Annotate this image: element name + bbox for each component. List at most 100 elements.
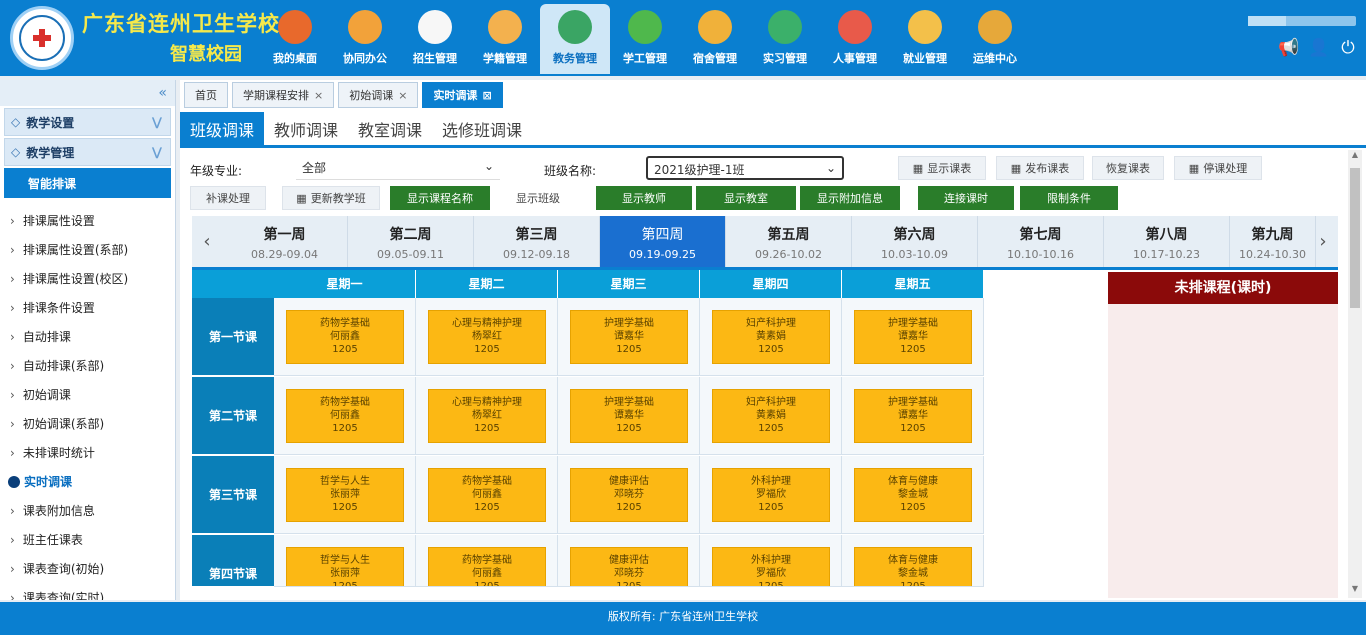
module-office-monitor[interactable]: 协同办公 bbox=[330, 4, 400, 74]
course-block[interactable]: 体育与健康 黎金城 1205 bbox=[854, 468, 972, 522]
course-block[interactable]: 护理学基础 谭嘉华 1205 bbox=[854, 310, 972, 364]
course-block[interactable]: 健康评估 邓晓芬 1205 bbox=[570, 547, 688, 586]
sidebar-item[interactable]: › 排课属性设置(系部) bbox=[0, 235, 175, 264]
show-teacher-button[interactable]: 显示教师 bbox=[596, 186, 692, 210]
sidebar-item[interactable]: › 初始调课(系部) bbox=[0, 409, 175, 438]
course-block[interactable]: 护理学基础 谭嘉华 1205 bbox=[854, 389, 972, 443]
timetable-cell[interactable]: 药物学基础 何丽鑫 1205 bbox=[274, 377, 416, 455]
course-block[interactable]: 心理与精神护理 杨翠红 1205 bbox=[428, 389, 546, 443]
makeup-class-button[interactable]: 补课处理 bbox=[190, 186, 266, 210]
show-room-button[interactable]: 显示教室 bbox=[696, 186, 796, 210]
timetable-cell[interactable]: 妇产科护理 黄素娟 1205 bbox=[700, 298, 842, 376]
update-class-button[interactable]: ▦ 更新教学班 bbox=[282, 186, 380, 210]
sidebar-item[interactable]: › 排课属性设置(校区) bbox=[0, 264, 175, 293]
timetable-cell[interactable]: 健康评估 邓晓芬 1205 bbox=[558, 535, 700, 587]
page-tab[interactable]: 学期课程安排 × bbox=[232, 82, 335, 108]
sidebar-item[interactable]: › 自动排课 bbox=[0, 322, 175, 351]
sidebar-group-teaching-management[interactable]: ◇ 教学管理 ⋁ bbox=[4, 138, 171, 166]
scrollbar-thumb[interactable] bbox=[1350, 168, 1360, 308]
module-academic-affairs[interactable]: 教务管理 bbox=[540, 4, 610, 74]
course-block[interactable]: 妇产科护理 黄素娟 1205 bbox=[712, 389, 830, 443]
timetable-cell[interactable]: 药物学基础 何丽鑫 1205 bbox=[274, 298, 416, 376]
sidebar-item[interactable]: › 排课条件设置 bbox=[0, 293, 175, 322]
module-student-records[interactable]: 学籍管理 bbox=[470, 4, 540, 74]
sidebar-item[interactable]: › 课表查询(初始) bbox=[0, 554, 175, 583]
timetable-cell[interactable]: 哲学与人生 张丽萍 1205 bbox=[274, 456, 416, 534]
page-tab[interactable]: 实时调课 ⊠ bbox=[422, 82, 503, 108]
timetable-cell[interactable]: 妇产科护理 黄素娟 1205 bbox=[700, 377, 842, 455]
timetable-cell[interactable]: 护理学基础 谭嘉华 1205 bbox=[842, 298, 984, 376]
week-tab[interactable]: 第三周 09.12-09.18 bbox=[474, 216, 600, 267]
timetable-cell[interactable]: 药物学基础 何丽鑫 1205 bbox=[416, 535, 558, 587]
week-next-button[interactable]: › bbox=[1308, 216, 1338, 267]
restore-schedule-button[interactable]: 恢复课表 bbox=[1092, 156, 1164, 180]
timetable-cell[interactable]: 心理与精神护理 杨翠红 1205 bbox=[416, 298, 558, 376]
timetable-cell[interactable]: 护理学基础 谭嘉华 1205 bbox=[842, 377, 984, 455]
publish-schedule-button[interactable]: ▦ 发布课表 bbox=[996, 156, 1084, 180]
timetable-cell[interactable]: 护理学基础 谭嘉华 1205 bbox=[558, 377, 700, 455]
subtab[interactable]: 教师调课 bbox=[264, 112, 348, 145]
sidebar-item[interactable]: › 课表附加信息 bbox=[0, 496, 175, 525]
sidebar-item[interactable]: › 初始调课 bbox=[0, 380, 175, 409]
scroll-up-icon[interactable]: ▲ bbox=[1348, 150, 1362, 164]
week-tab[interactable]: 第九周 10.24-10.30 bbox=[1230, 216, 1316, 267]
timetable-cell[interactable]: 外科护理 罗福欣 1205 bbox=[700, 456, 842, 534]
page-tab[interactable]: 初始调课 × bbox=[338, 82, 419, 108]
module-employment[interactable]: 就业管理 bbox=[890, 4, 960, 74]
timetable-cell[interactable]: 健康评估 邓晓芬 1205 bbox=[558, 456, 700, 534]
week-tab[interactable]: 第二周 09.05-09.11 bbox=[348, 216, 474, 267]
scroll-down-icon[interactable]: ▼ bbox=[1348, 584, 1362, 598]
close-icon[interactable]: × bbox=[314, 89, 323, 102]
course-block[interactable]: 外科护理 罗福欣 1205 bbox=[712, 547, 830, 586]
show-course-name-button[interactable]: 显示课程名称 bbox=[390, 186, 490, 210]
sidebar-item[interactable]: 实时调课 bbox=[0, 467, 175, 496]
show-class-button[interactable]: 显示班级 bbox=[496, 186, 580, 210]
page-tab[interactable]: 首页 bbox=[184, 82, 228, 108]
module-desktop[interactable]: 我的桌面 bbox=[260, 4, 330, 74]
consecutive-period-button[interactable]: 连接课时 bbox=[918, 186, 1014, 210]
sidebar-subgroup-smart-scheduling[interactable]: 智能排课 bbox=[4, 168, 171, 198]
subtab[interactable]: 选修班调课 bbox=[432, 112, 532, 145]
module-personnel[interactable]: 人事管理 bbox=[820, 4, 890, 74]
course-block[interactable]: 护理学基础 谭嘉华 1205 bbox=[570, 389, 688, 443]
module-operations[interactable]: 运维中心 bbox=[960, 4, 1030, 74]
collapse-sidebar-button[interactable]: « bbox=[0, 80, 175, 106]
timetable-cell[interactable]: 体育与健康 黎金城 1205 bbox=[842, 535, 984, 587]
week-tab[interactable]: 第八周 10.17-10.23 bbox=[1104, 216, 1230, 267]
week-tab[interactable]: 第五周 09.26-10.02 bbox=[726, 216, 852, 267]
course-block[interactable]: 健康评估 邓晓芬 1205 bbox=[570, 468, 688, 522]
subtab[interactable]: 教室调课 bbox=[348, 112, 432, 145]
module-student-affairs[interactable]: 学工管理 bbox=[610, 4, 680, 74]
course-block[interactable]: 心理与精神护理 杨翠红 1205 bbox=[428, 310, 546, 364]
timetable-cell[interactable]: 外科护理 罗福欣 1205 bbox=[700, 535, 842, 587]
course-block[interactable]: 护理学基础 谭嘉华 1205 bbox=[570, 310, 688, 364]
power-icon[interactable]: ⏻ bbox=[1338, 38, 1358, 58]
timetable-cell[interactable]: 护理学基础 谭嘉华 1205 bbox=[558, 298, 700, 376]
sidebar-item[interactable]: › 课表查询(实时) bbox=[0, 583, 175, 601]
week-tab[interactable]: 第六周 10.03-10.09 bbox=[852, 216, 978, 267]
announcement-icon[interactable]: 📢 bbox=[1278, 38, 1299, 58]
course-block[interactable]: 药物学基础 何丽鑫 1205 bbox=[286, 310, 404, 364]
timetable-cell[interactable]: 心理与精神护理 杨翠红 1205 bbox=[416, 377, 558, 455]
sidebar-item[interactable]: › 自动排课(系部) bbox=[0, 351, 175, 380]
week-tab[interactable]: 第七周 10.10-10.16 bbox=[978, 216, 1104, 267]
show-extra-info-button[interactable]: 显示附加信息 bbox=[800, 186, 900, 210]
timetable-cell[interactable]: 哲学与人生 张丽萍 1205 bbox=[274, 535, 416, 587]
module-dormitory[interactable]: 宿舍管理 bbox=[680, 4, 750, 74]
timetable-cell[interactable]: 药物学基础 何丽鑫 1205 bbox=[416, 456, 558, 534]
suspend-class-button[interactable]: ▦ 停课处理 bbox=[1174, 156, 1262, 180]
course-block[interactable]: 外科护理 罗福欣 1205 bbox=[712, 468, 830, 522]
sidebar-group-teaching-settings[interactable]: ◇ 教学设置 ⋁ bbox=[4, 108, 171, 136]
sidebar-item[interactable]: › 未排课时统计 bbox=[0, 438, 175, 467]
subtab[interactable]: 班级调课 bbox=[180, 112, 265, 145]
week-tab[interactable]: 第一周 08.29-09.04 bbox=[222, 216, 348, 267]
week-tab[interactable]: 第四周 09.19-09.25 bbox=[600, 216, 726, 267]
grade-select[interactable]: 全部 ⌄ bbox=[296, 156, 500, 180]
timetable-cell[interactable]: 体育与健康 黎金城 1205 bbox=[842, 456, 984, 534]
close-icon[interactable]: × bbox=[398, 89, 407, 102]
user-icon[interactable]: 👤 bbox=[1308, 38, 1329, 58]
sidebar-item[interactable]: › 班主任课表 bbox=[0, 525, 175, 554]
course-block[interactable]: 妇产科护理 黄素娟 1205 bbox=[712, 310, 830, 364]
week-prev-button[interactable]: ‹ bbox=[192, 216, 222, 267]
course-block[interactable]: 药物学基础 何丽鑫 1205 bbox=[286, 389, 404, 443]
